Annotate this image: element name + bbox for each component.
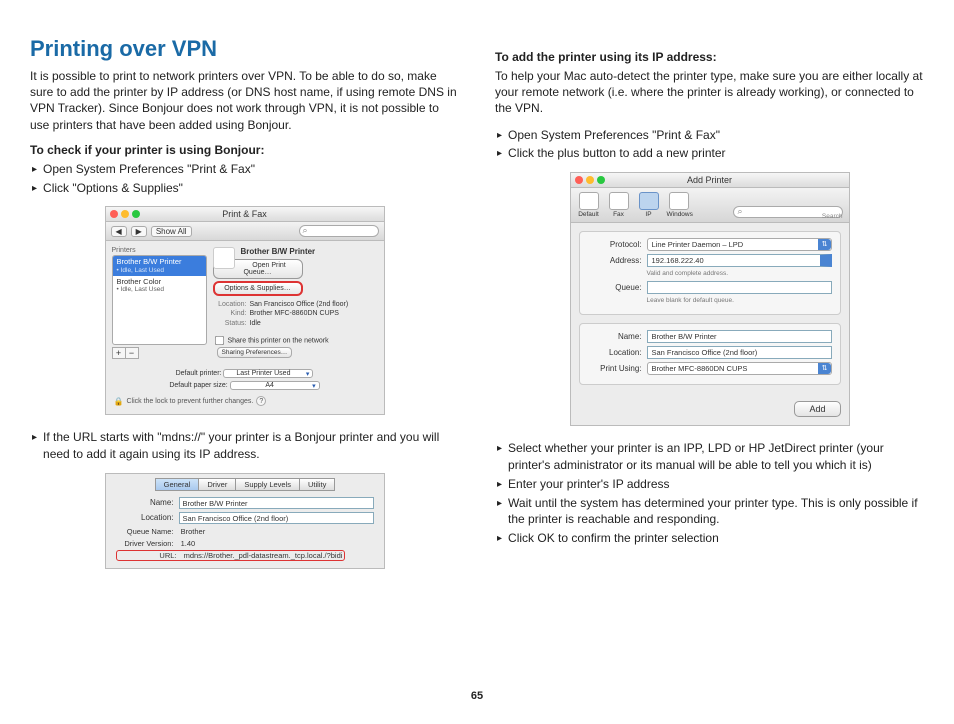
address-label: Address: bbox=[588, 256, 642, 265]
window-title: Add Printer bbox=[687, 175, 732, 185]
search-label: Search bbox=[822, 213, 843, 220]
tab-driver[interactable]: Driver bbox=[198, 478, 236, 491]
bullet-text: Select whether your printer is an IPP, L… bbox=[508, 440, 924, 474]
post-steps-list: Select whether your printer is an IPP, L… bbox=[497, 440, 924, 547]
nav-forward-button[interactable]: ▶ bbox=[131, 226, 147, 237]
tab-general[interactable]: General bbox=[155, 478, 200, 491]
address-hint: Valid and complete address. bbox=[647, 270, 832, 277]
check-bonjour-heading: To check if your printer is using Bonjou… bbox=[30, 143, 459, 157]
location-input[interactable]: San Francisco Office (2nd floor) bbox=[647, 346, 832, 359]
add-printer-intro: To help your Mac auto-detect the printer… bbox=[495, 68, 924, 117]
default-paper-select[interactable]: A4 bbox=[230, 381, 320, 390]
share-printer-label: Share this printer on the network bbox=[227, 337, 328, 344]
url-label: URL: bbox=[119, 551, 177, 560]
section-heading: Printing over VPN bbox=[30, 36, 459, 62]
print-using-select[interactable]: Brother MFC-8860DN CUPS⇅ bbox=[647, 362, 832, 375]
queue-name-label: Queue Name: bbox=[116, 527, 174, 536]
mdns-note-list: If the URL starts with "mdns://" your pr… bbox=[32, 429, 459, 463]
name-label: Name: bbox=[116, 498, 174, 507]
default-printer-select[interactable]: Last Printer Used bbox=[223, 369, 313, 378]
printfax-screenshot: Print & Fax ◀ ▶ Show All Printers Brothe… bbox=[105, 206, 385, 415]
window-traffic-lights bbox=[575, 176, 605, 184]
printer-list[interactable]: Brother B/W Printer • Idle, Last Used Br… bbox=[112, 255, 207, 345]
url-value: mdns://Brother._pdl-datastream._tcp.loca… bbox=[184, 551, 343, 560]
default-paper-label: Default paper size: bbox=[169, 382, 227, 389]
queue-hint: Leave blank for default queue. bbox=[647, 297, 832, 304]
printer-list-item[interactable]: Brother B/W Printer • Idle, Last Used bbox=[113, 256, 206, 275]
location-label: Location: bbox=[116, 513, 174, 522]
toolbar-windows-button[interactable]: Windows bbox=[667, 192, 691, 218]
lock-text: Click the lock to prevent further change… bbox=[126, 398, 253, 405]
share-printer-checkbox[interactable] bbox=[214, 336, 223, 345]
nav-back-button[interactable]: ◀ bbox=[111, 226, 127, 237]
bullet-text: Click OK to confirm the printer selectio… bbox=[508, 530, 719, 547]
protocol-select[interactable]: Line Printer Daemon – LPD⇅ bbox=[647, 238, 832, 251]
tab-supply-levels[interactable]: Supply Levels bbox=[235, 478, 300, 491]
bullet-text: Wait until the system has determined you… bbox=[508, 495, 924, 529]
printer-icon bbox=[213, 247, 235, 269]
add-printer-heading: To add the printer using its IP address: bbox=[495, 50, 924, 64]
printer-list-item[interactable]: Brother Color • Idle, Last Used bbox=[113, 276, 206, 295]
location-label: Location: bbox=[588, 348, 642, 357]
queue-name-value: Brother bbox=[181, 527, 206, 536]
sharing-prefs-button[interactable]: Sharing Preferences… bbox=[217, 347, 293, 358]
general-tab-screenshot: General Driver Supply Levels Utility Nam… bbox=[105, 473, 385, 569]
bullet-text: Click "Options & Supplies" bbox=[43, 180, 183, 197]
bullet-text: If the URL starts with "mdns://" your pr… bbox=[43, 429, 459, 463]
bullet-text: Enter your printer's IP address bbox=[508, 476, 669, 493]
pre-steps-list: Open System Preferences "Print & Fax" Cl… bbox=[497, 127, 924, 163]
name-input[interactable]: Brother B/W Printer bbox=[179, 497, 374, 509]
help-button[interactable]: ? bbox=[256, 396, 266, 406]
printers-label: Printers bbox=[112, 247, 207, 254]
toolbar-ip-button[interactable]: IP bbox=[637, 192, 661, 218]
default-printer-label: Default printer: bbox=[176, 370, 222, 377]
driver-version-value: 1.40 bbox=[181, 539, 196, 548]
queue-label: Queue: bbox=[588, 283, 642, 292]
name-label: Name: bbox=[588, 332, 642, 341]
driver-version-label: Driver Version: bbox=[116, 539, 174, 548]
add-printer-button[interactable]: + bbox=[112, 347, 126, 359]
location-input[interactable]: San Francisco Office (2nd floor) bbox=[179, 512, 374, 524]
page-number: 65 bbox=[0, 690, 954, 702]
name-input[interactable]: Brother B/W Printer bbox=[647, 330, 832, 343]
protocol-label: Protocol: bbox=[588, 240, 642, 249]
toolbar-default-button[interactable]: Default bbox=[577, 192, 601, 218]
print-using-label: Print Using: bbox=[588, 364, 642, 373]
bullet-text: Click the plus button to add a new print… bbox=[508, 145, 725, 162]
window-title: Print & Fax bbox=[222, 209, 267, 219]
tab-utility[interactable]: Utility bbox=[299, 478, 335, 491]
window-traffic-lights bbox=[110, 210, 140, 218]
address-input[interactable]: 192.168.222.40 bbox=[647, 254, 832, 267]
bullet-text: Open System Preferences "Print & Fax" bbox=[508, 127, 720, 144]
queue-input[interactable] bbox=[647, 281, 832, 294]
remove-printer-button[interactable]: − bbox=[125, 347, 139, 359]
bullet-text: Open System Preferences "Print & Fax" bbox=[43, 161, 255, 178]
check-bonjour-list: Open System Preferences "Print & Fax" Cl… bbox=[32, 161, 459, 197]
tab-bar[interactable]: General Driver Supply Levels Utility bbox=[106, 478, 384, 491]
options-supplies-button[interactable]: Options & Supplies… bbox=[213, 281, 303, 296]
intro-paragraph: It is possible to print to network print… bbox=[30, 68, 459, 133]
printer-title: Brother B/W Printer bbox=[213, 247, 378, 256]
toolbar-fax-button[interactable]: Fax bbox=[607, 192, 631, 218]
search-field[interactable] bbox=[299, 225, 379, 237]
add-button[interactable]: Add bbox=[794, 401, 840, 417]
add-printer-screenshot: Add Printer Default Fax IP Windows Searc… bbox=[570, 172, 850, 426]
show-all-button[interactable]: Show All bbox=[151, 226, 192, 237]
